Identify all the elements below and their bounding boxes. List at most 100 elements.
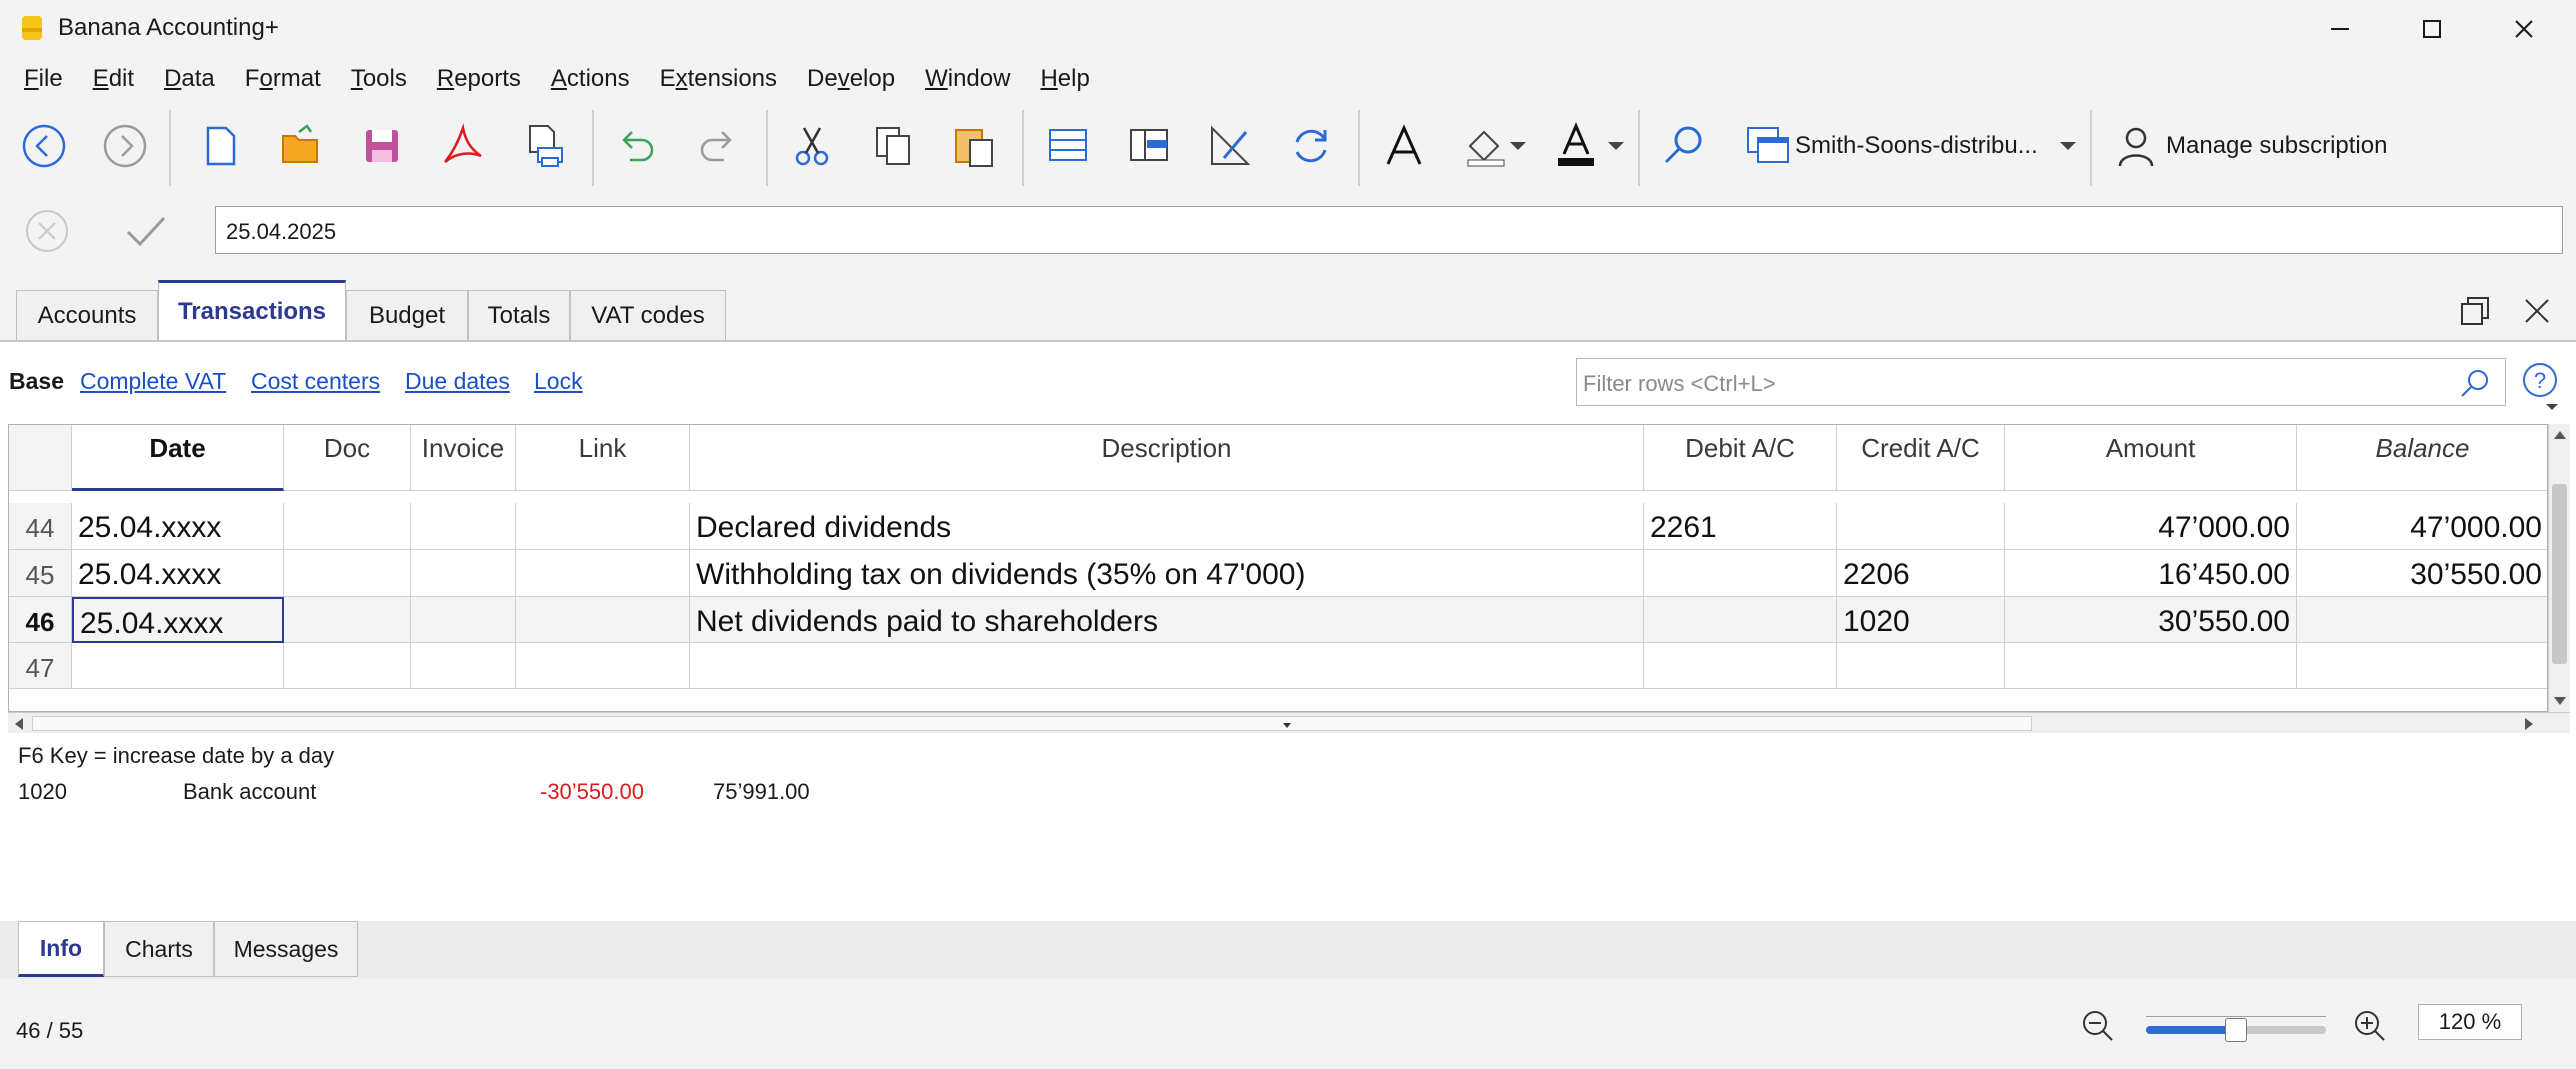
row-number-current[interactable]: 46: [9, 597, 72, 643]
cell-debit[interactable]: [1644, 643, 1837, 689]
menu-tools[interactable]: Tools: [351, 65, 407, 93]
fill-color-dropdown[interactable]: [1506, 118, 1530, 174]
zoom-level-field[interactable]: 120 %: [2418, 1004, 2522, 1040]
new-file-button[interactable]: [192, 118, 248, 174]
column-header-debit[interactable]: Debit A/C: [1644, 425, 1837, 491]
cell-credit[interactable]: [1837, 503, 2005, 550]
menu-actions[interactable]: Actions: [551, 65, 630, 93]
tab-budget[interactable]: Budget: [346, 290, 468, 340]
filter-rows-input[interactable]: Filter rows <Ctrl+L>: [1576, 358, 2506, 406]
cell-balance[interactable]: [2297, 597, 2547, 643]
column-header-credit[interactable]: Credit A/C: [1837, 425, 2005, 491]
column-header-amount[interactable]: Amount: [2005, 425, 2297, 491]
zoom-slider[interactable]: [2146, 1016, 2326, 1044]
file-name-label[interactable]: Smith-Soons-distribu...: [1795, 132, 2038, 160]
close-table-button[interactable]: [2520, 294, 2554, 333]
tab-vat-codes[interactable]: VAT codes: [570, 290, 726, 340]
column-header-invoice[interactable]: Invoice: [411, 425, 516, 491]
vertical-scroll-thumb[interactable]: [2552, 484, 2567, 664]
text-color-dropdown[interactable]: [1604, 118, 1628, 174]
cell-date-selected[interactable]: 25.04.xxxx: [72, 597, 284, 643]
zoom-slider-thumb[interactable]: [2225, 1018, 2247, 1042]
open-file-button[interactable]: [273, 118, 329, 174]
tab-totals[interactable]: Totals: [468, 290, 570, 340]
vertical-scrollbar[interactable]: [2548, 424, 2570, 712]
cell-description[interactable]: Net dividends paid to shareholders: [690, 597, 1644, 643]
file-list-dropdown[interactable]: [2056, 118, 2080, 174]
minimize-button[interactable]: [2310, 8, 2370, 50]
menu-data[interactable]: Data: [164, 65, 215, 93]
menu-format[interactable]: Format: [245, 65, 321, 93]
cell-balance[interactable]: 30’550.00: [2297, 550, 2547, 597]
back-button[interactable]: [16, 118, 72, 174]
splitter-handle[interactable]: [1280, 718, 1294, 728]
edit-format-button[interactable]: [1202, 118, 1258, 174]
cell-amount[interactable]: 47’000.00: [2005, 503, 2297, 550]
column-header-link[interactable]: Link: [516, 425, 690, 491]
cell-credit[interactable]: [1837, 643, 2005, 689]
menu-file[interactable]: File: [24, 65, 63, 93]
cell-invoice[interactable]: [411, 550, 516, 597]
cell-doc[interactable]: [284, 597, 411, 643]
menu-develop[interactable]: Develop: [807, 65, 895, 93]
menu-extensions[interactable]: Extensions: [660, 65, 777, 93]
cell-doc[interactable]: [284, 503, 411, 550]
close-window-button[interactable]: [2494, 8, 2554, 50]
cut-button[interactable]: [784, 118, 840, 174]
cell-link[interactable]: [516, 643, 690, 689]
tab-accounts[interactable]: Accounts: [16, 290, 158, 340]
cell-doc[interactable]: [284, 550, 411, 597]
cell-invoice[interactable]: [411, 503, 516, 550]
cell-description[interactable]: Withholding tax on dividends (35% on 47'…: [690, 550, 1644, 597]
paste-button[interactable]: [946, 118, 1002, 174]
cell-link[interactable]: [516, 503, 690, 550]
column-header-date[interactable]: Date: [72, 425, 284, 491]
cell-invoice[interactable]: [411, 597, 516, 643]
print-button[interactable]: [516, 118, 572, 174]
cell-doc[interactable]: [284, 643, 411, 689]
cell-date[interactable]: [72, 643, 284, 689]
user-account-button[interactable]: [2108, 118, 2164, 174]
menu-help[interactable]: Help: [1040, 65, 1089, 93]
font-button[interactable]: [1376, 118, 1432, 174]
row-number[interactable]: 44: [9, 503, 72, 550]
menu-window[interactable]: Window: [925, 65, 1010, 93]
help-button[interactable]: ?: [2520, 362, 2560, 419]
cell-credit[interactable]: 2206: [1837, 550, 2005, 597]
undock-button[interactable]: [2458, 294, 2492, 333]
maximize-button[interactable]: [2402, 8, 2462, 50]
cell-debit[interactable]: 2261: [1644, 503, 1837, 550]
cancel-edit-button[interactable]: [24, 208, 70, 254]
cell-amount[interactable]: 16’450.00: [2005, 550, 2297, 597]
zoom-in-button[interactable]: [2352, 1008, 2388, 1049]
copy-button[interactable]: [865, 118, 921, 174]
cell-date[interactable]: 25.04.xxxx: [72, 550, 284, 597]
cell-invoice[interactable]: [411, 643, 516, 689]
recheck-button[interactable]: [1283, 118, 1339, 174]
view-complete-vat[interactable]: Complete VAT: [80, 368, 226, 395]
cell-link[interactable]: [516, 550, 690, 597]
forward-button[interactable]: [97, 118, 153, 174]
menu-edit[interactable]: Edit: [93, 65, 134, 93]
insert-column-button[interactable]: [1121, 118, 1177, 174]
row-number[interactable]: 45: [9, 550, 72, 597]
cell-balance[interactable]: [2297, 643, 2547, 689]
tab-charts[interactable]: Charts: [104, 921, 214, 977]
column-header-description[interactable]: Description: [690, 425, 1644, 491]
cell-date[interactable]: 25.04.xxxx: [72, 503, 284, 550]
cell-amount[interactable]: [2005, 643, 2297, 689]
cell-credit[interactable]: 1020: [1837, 597, 2005, 643]
search-button[interactable]: [1656, 118, 1712, 174]
cell-edit-input[interactable]: 25.04.2025: [215, 206, 2563, 254]
cell-debit[interactable]: [1644, 550, 1837, 597]
zoom-out-button[interactable]: [2080, 1008, 2116, 1049]
tab-info[interactable]: Info: [18, 921, 104, 977]
tab-transactions[interactable]: Transactions: [158, 280, 346, 340]
view-due-dates[interactable]: Due dates: [405, 368, 510, 395]
tab-messages[interactable]: Messages: [214, 921, 358, 977]
manage-subscription-link[interactable]: Manage subscription: [2166, 132, 2387, 160]
row-number[interactable]: 47: [9, 643, 72, 689]
undo-button[interactable]: [608, 118, 664, 174]
text-color-button[interactable]: [1548, 118, 1604, 174]
save-button[interactable]: [354, 118, 410, 174]
